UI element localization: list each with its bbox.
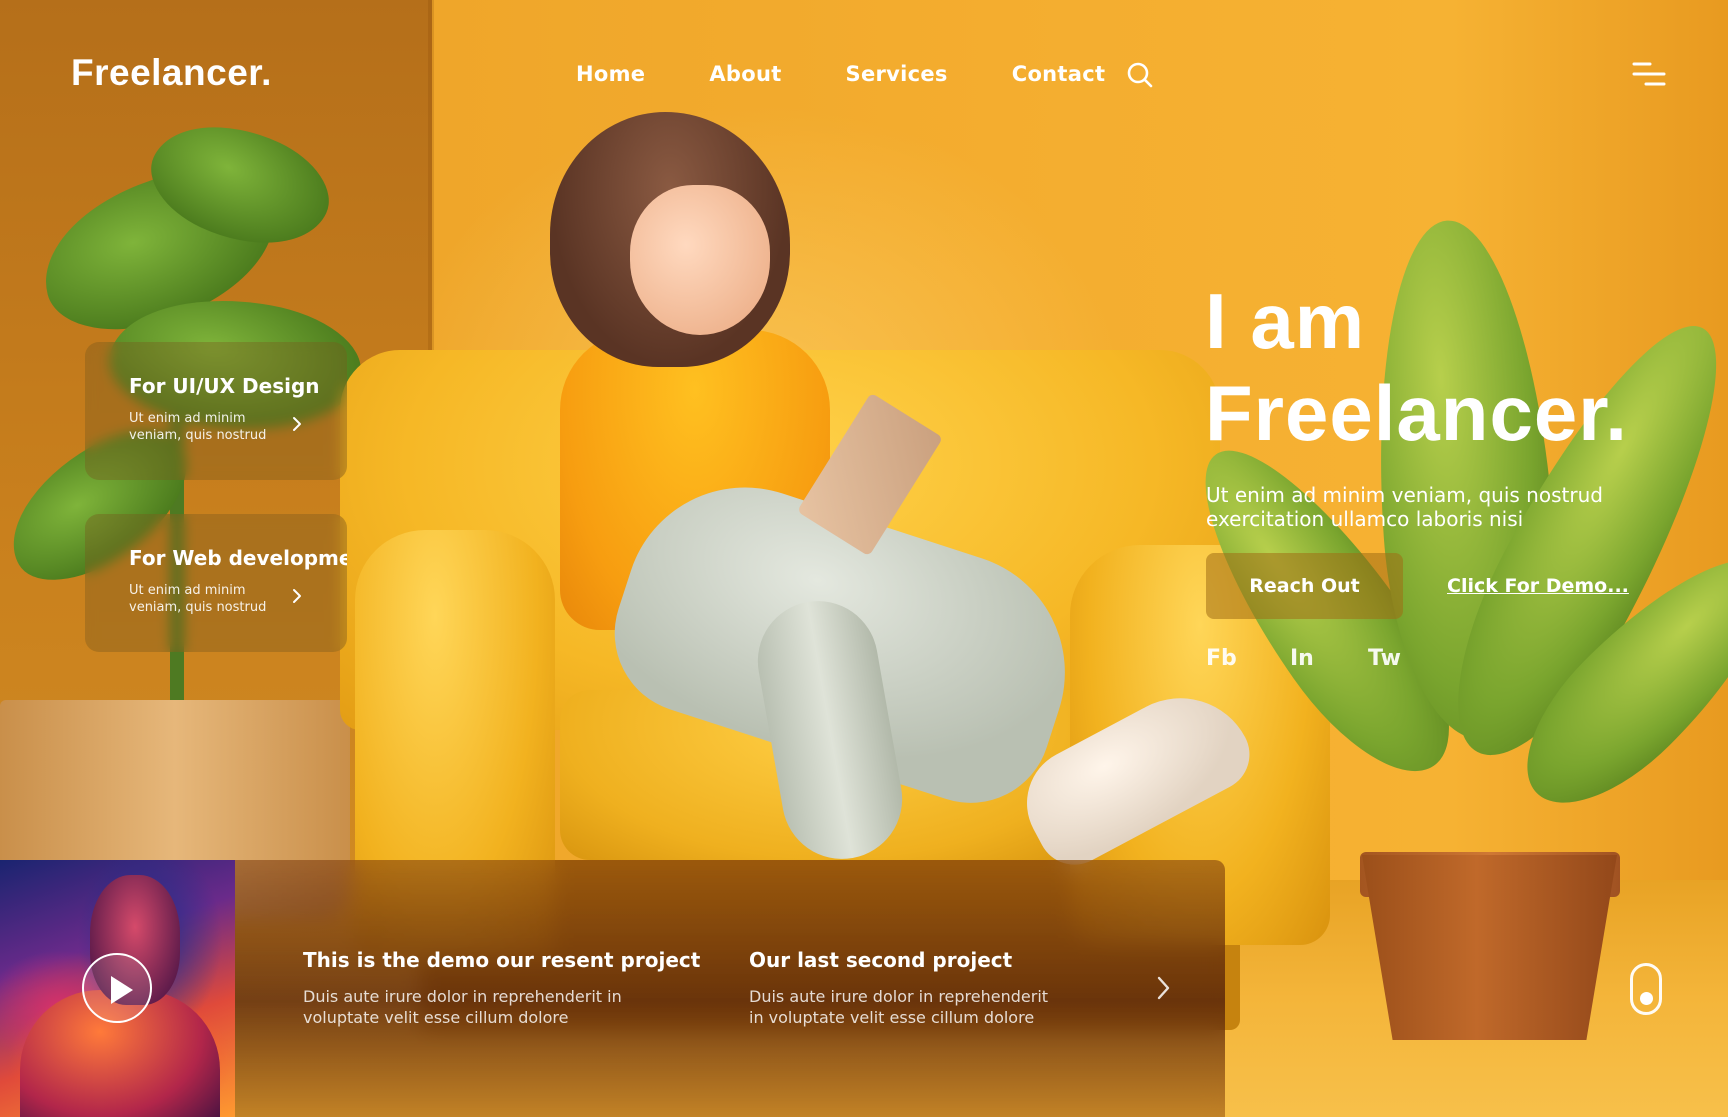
project-desc-line: Duis aute irure dolor in reprehenderit i…: [303, 987, 622, 1006]
hero-title: I am Freelancer.: [1205, 275, 1628, 459]
search-icon[interactable]: [1125, 60, 1155, 90]
hamburger-menu-icon[interactable]: [1632, 60, 1666, 90]
hero-title-line: I am: [1205, 277, 1366, 365]
right-plant-pot: [1362, 855, 1617, 1040]
project-description: Duis aute irure dolor in reprehenderit i…: [303, 986, 633, 1028]
nav-contact[interactable]: Contact: [1012, 62, 1106, 86]
hero-subtitle: Ut enim ad minim veniam, quis nostrud ex…: [1206, 483, 1626, 531]
click-for-demo-link[interactable]: Click For Demo...: [1447, 575, 1629, 597]
project-desc-line: voluptate velit esse cillum dolore: [303, 1008, 569, 1027]
woman-face: [630, 185, 770, 335]
social-facebook-link[interactable]: Fb: [1206, 646, 1237, 671]
service-card-uiux[interactable]: For UI/UX Design Ut enim ad minim veniam…: [85, 342, 347, 480]
service-card-desc-line: Ut enim ad minim: [129, 411, 246, 426]
scroll-indicator-dot: [1640, 992, 1653, 1005]
social-linkedin-link[interactable]: In: [1290, 646, 1314, 671]
service-card-title: For UI/UX Design: [129, 374, 320, 398]
reach-out-button[interactable]: Reach Out: [1206, 553, 1403, 619]
service-card-desc-line: veniam, quis nostrud: [129, 428, 267, 443]
mouse-scroll-icon[interactable]: [1630, 963, 1662, 1015]
site-header: Freelancer. Home About Services Contact: [0, 0, 1728, 150]
play-icon[interactable]: [82, 953, 152, 1023]
project-item[interactable]: Our last second project Duis aute irure …: [749, 948, 1079, 1028]
social-twitter-link[interactable]: Tw: [1368, 646, 1401, 671]
project-title: This is the demo our resent project: [303, 948, 701, 972]
project-desc-line: Duis aute irure dolor in reprehenderit: [749, 987, 1049, 1006]
service-card-desc-line: veniam, quis nostrud: [129, 600, 267, 615]
service-card-description: Ut enim ad minim veniam, quis nostrud: [129, 410, 279, 444]
project-desc-line: in voluptate velit esse cillum dolore: [749, 1008, 1035, 1027]
chevron-right-icon[interactable]: [285, 412, 309, 436]
main-nav: Home About Services Contact: [576, 62, 1105, 86]
service-card-title: For Web development: [129, 546, 347, 570]
chevron-right-icon[interactable]: [285, 584, 309, 608]
project-description: Duis aute irure dolor in reprehenderit i…: [749, 986, 1079, 1028]
service-card-description: Ut enim ad minim veniam, quis nostrud: [129, 582, 279, 616]
hero-subtitle-line: exercitation ullamco laboris nisi: [1206, 507, 1524, 531]
hero-title-line: Freelancer.: [1205, 369, 1628, 457]
service-card-web-development[interactable]: For Web development Ut enim ad minim ven…: [85, 514, 347, 652]
nav-about[interactable]: About: [709, 62, 781, 86]
project-title: Our last second project: [749, 948, 1013, 972]
service-card-desc-line: Ut enim ad minim: [129, 583, 246, 598]
nav-services[interactable]: Services: [846, 62, 948, 86]
chevron-right-icon[interactable]: [1150, 973, 1176, 1003]
brand-logo[interactable]: Freelancer.: [71, 52, 272, 94]
project-item[interactable]: This is the demo our resent project Duis…: [303, 948, 700, 1028]
hero-subtitle-line: Ut enim ad minim veniam, quis nostrud: [1206, 483, 1603, 507]
nav-home[interactable]: Home: [576, 62, 645, 86]
